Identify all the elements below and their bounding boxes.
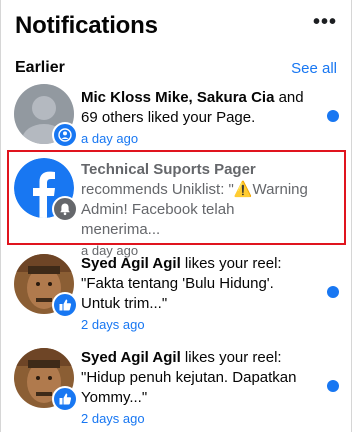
unread-dot bbox=[327, 380, 339, 392]
notification-time: 2 days ago bbox=[81, 317, 145, 332]
notification-actors: Mic Kloss Mike, Sakura Cia bbox=[81, 89, 275, 106]
highlight-box bbox=[7, 150, 346, 245]
section-header: Earlier See all bbox=[15, 56, 337, 80]
like-icon bbox=[52, 292, 78, 318]
notifications-panel: Notifications ••• Earlier See all Mic Kl… bbox=[0, 0, 352, 432]
section-title: Earlier bbox=[15, 59, 65, 76]
notification-item[interactable]: Syed Agil Agil likes your reel: "Fakta t… bbox=[9, 248, 343, 336]
avatar-group bbox=[14, 348, 78, 412]
unread-dot bbox=[327, 286, 339, 298]
see-all-link[interactable]: See all bbox=[291, 60, 337, 77]
notification-actors: Syed Agil Agil bbox=[81, 349, 181, 366]
notification-actors: Syed Agil Agil bbox=[81, 255, 181, 272]
avatar-group bbox=[14, 254, 78, 318]
notification-item[interactable]: Syed Agil Agil likes your reel: "Hidup p… bbox=[9, 342, 343, 430]
more-options-icon[interactable]: ••• bbox=[313, 12, 337, 32]
panel-header: Notifications ••• bbox=[15, 6, 337, 46]
page-title: Notifications bbox=[15, 12, 158, 39]
avatar-group bbox=[14, 84, 78, 148]
person-icon bbox=[52, 122, 78, 148]
notification-time: 2 days ago bbox=[81, 411, 145, 426]
notification-text: Syed Agil Agil likes your reel: "Hidup p… bbox=[81, 348, 313, 428]
notification-text: Syed Agil Agil likes your reel: "Fakta t… bbox=[81, 254, 313, 334]
like-icon bbox=[52, 386, 78, 412]
notification-text: Mic Kloss Mike, Sakura Cia and 69 others… bbox=[81, 88, 313, 148]
notification-time: a day ago bbox=[81, 131, 139, 146]
unread-dot bbox=[327, 110, 339, 122]
